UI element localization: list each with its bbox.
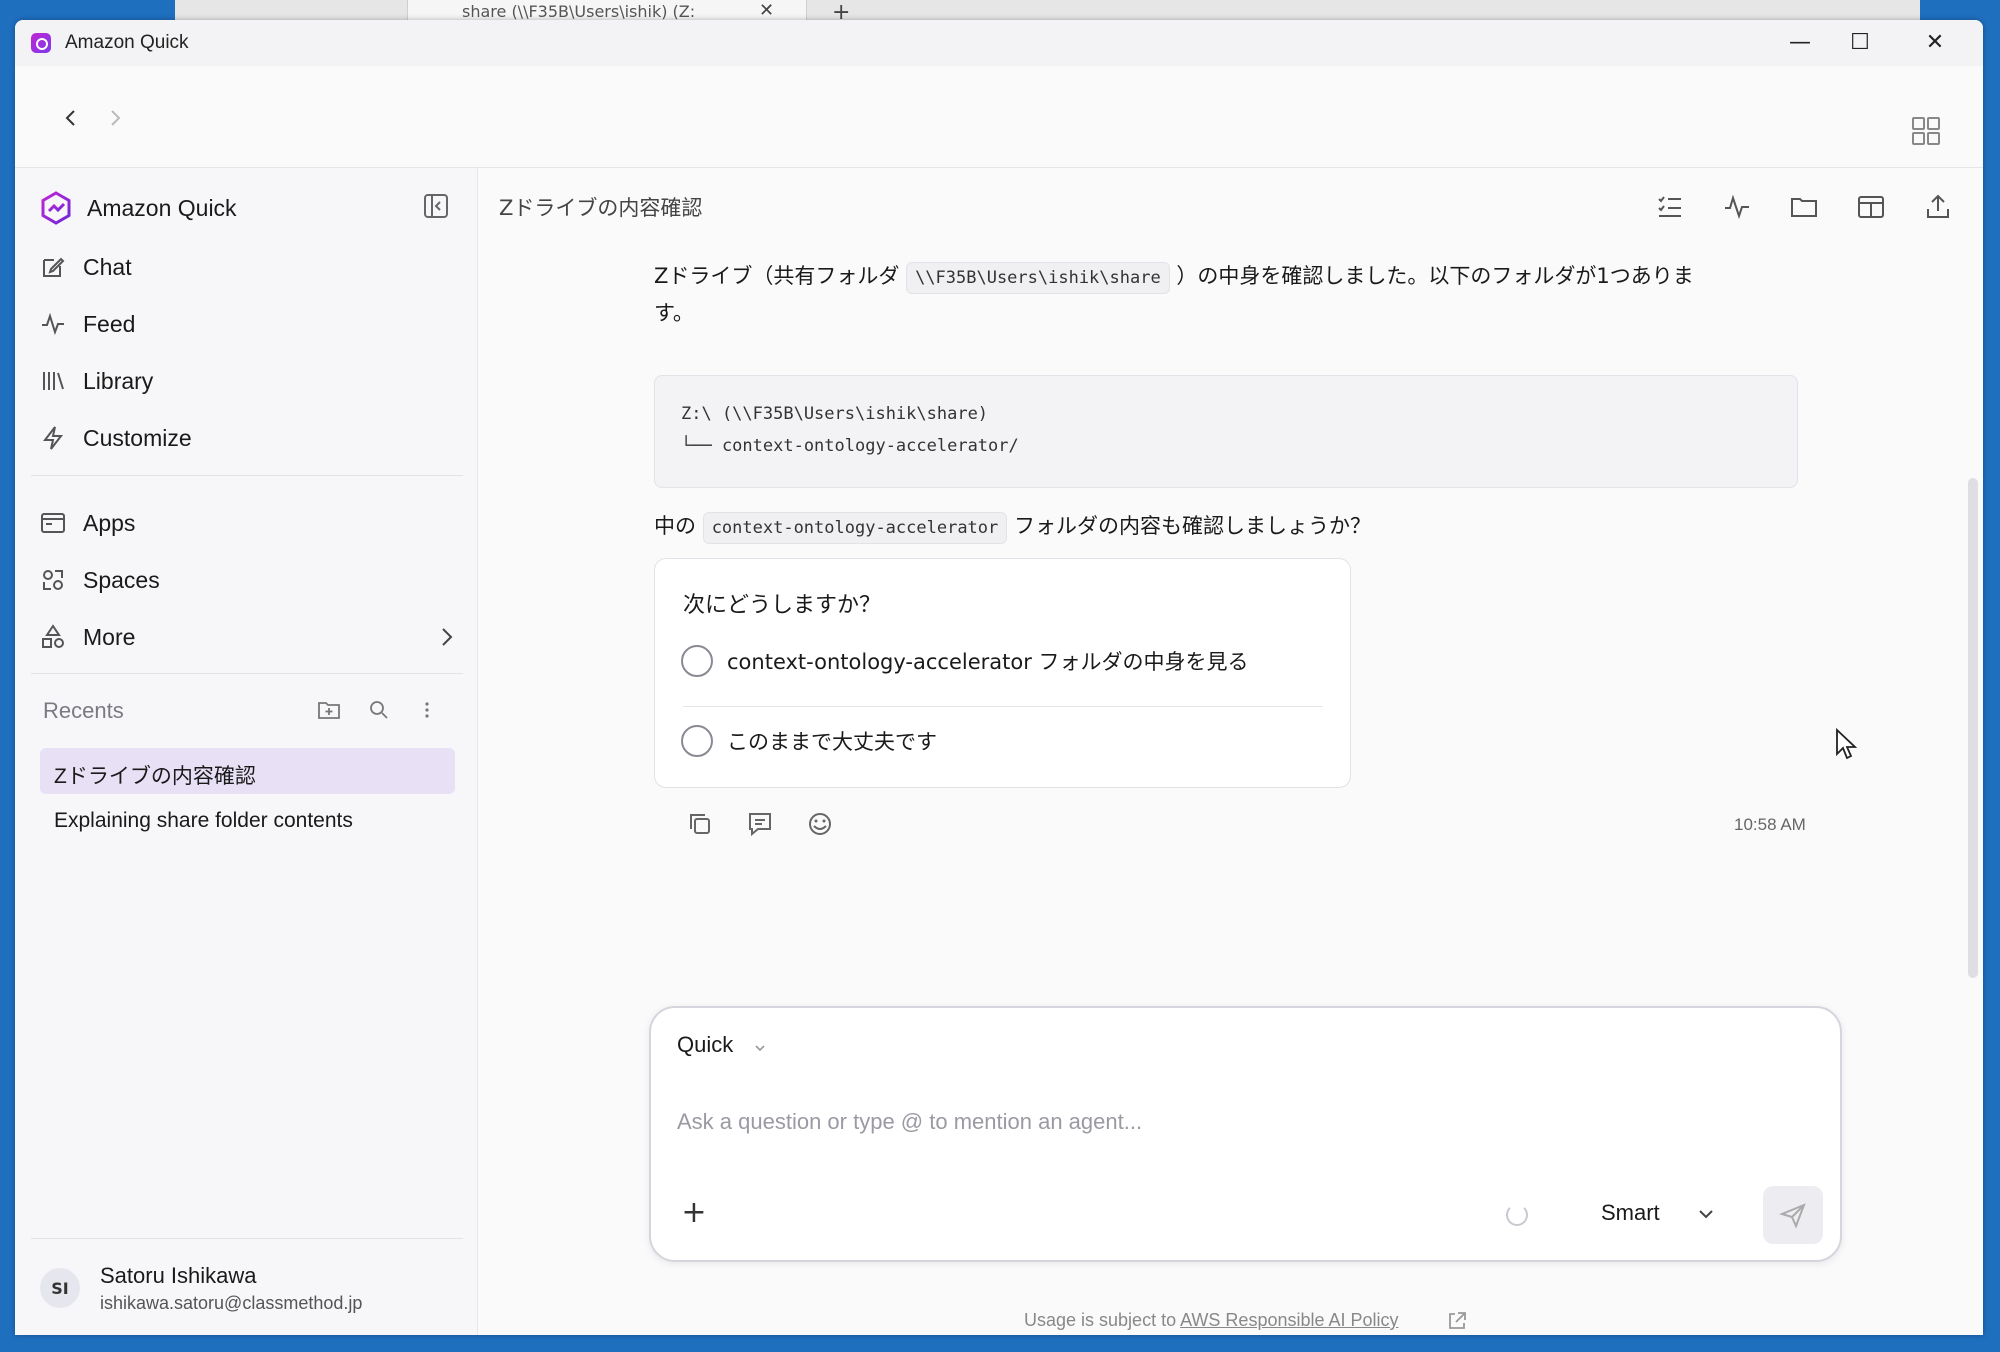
user-email: ishikawa.satoru@classmethod.jp <box>100 1292 363 1313</box>
background-tab-close-icon[interactable]: ✕ <box>759 0 774 21</box>
chevron-down-icon[interactable] <box>1696 1204 1716 1224</box>
activity-icon <box>42 312 64 336</box>
message-text: フォルダの内容も確認しましょうか？ <box>1007 514 1371 538</box>
sidebar-item-label: Library <box>83 367 154 394</box>
sidebar-item-label: More <box>83 623 136 650</box>
recents-heading: Recents <box>43 698 124 723</box>
choice-divider <box>683 706 1323 707</box>
message-text: ）の中身を確認しました。以下のフォルダが1つありま <box>1169 264 1694 288</box>
sidebar-divider <box>31 673 463 674</box>
mouse-cursor-icon <box>1836 728 1858 760</box>
mode-selector[interactable]: Smart <box>1601 1196 1660 1230</box>
inline-code: context-ontology-accelerator <box>702 512 1008 544</box>
chevron-right-icon <box>442 628 453 646</box>
sidebar-item-label: Spaces <box>83 566 160 593</box>
chevron-down-icon[interactable] <box>754 1042 766 1054</box>
scrollbar[interactable] <box>1968 478 1978 978</box>
page-title: Zドライブの内容確認 <box>499 196 703 220</box>
share-upload-icon[interactable] <box>1923 192 1953 222</box>
message-text: す。 <box>654 301 694 325</box>
more-options-icon[interactable] <box>415 698 439 722</box>
code-block: Z:\ (\\F35B\Users\ishik\share) └── conte… <box>654 375 1798 488</box>
message-text: 中の <box>654 514 703 538</box>
choice-title: 次にどうしますか？ <box>683 593 882 618</box>
brand-name: Amazon Quick <box>87 194 237 221</box>
inline-code: \\F35B\Users\ishik\share <box>906 262 1170 294</box>
chat-input[interactable] <box>677 1104 1807 1140</box>
spaces-icon <box>43 570 63 590</box>
user-name: Satoru Ishikawa <box>100 1262 257 1288</box>
sidebar-divider <box>31 1238 463 1239</box>
sidebar: Amazon Quick Chat Feed Library Customize… <box>15 168 478 1335</box>
assistant-message-line: 中の context-ontology-accelerator フォルダの内容も… <box>654 508 1371 545</box>
close-button[interactable]: ✕ <box>1905 26 1965 60</box>
navigation-bar <box>15 66 1983 168</box>
app-logo-icon <box>31 33 51 53</box>
calendar-icon[interactable] <box>1856 192 1886 222</box>
choice-option[interactable]: このままで大丈夫です <box>681 711 1321 771</box>
sidebar-item-label: Customize <box>83 424 192 451</box>
sidebar-item-label: Apps <box>83 509 136 536</box>
shapes-icon <box>42 624 64 648</box>
assistant-message-line: Zドライブ（共有フォルダ \\F35B\Users\ishik\share ）の… <box>654 258 1694 295</box>
send-icon <box>1779 1203 1806 1229</box>
usage-note: Usage is subject to AWS Responsible AI P… <box>1024 1310 1399 1331</box>
amazon-quick-logo-icon <box>41 191 71 225</box>
sidebar-item-spaces[interactable]: Spaces <box>39 558 459 602</box>
sidebar-divider <box>31 475 463 476</box>
sidebar-item-library[interactable]: Library <box>39 359 459 403</box>
sidebar-item-label: Feed <box>83 310 136 337</box>
choice-option[interactable]: context-ontology-accelerator フォルダの中身を見る <box>681 631 1321 691</box>
avatar: SI <box>40 1268 80 1308</box>
feedback-comment-icon[interactable] <box>746 810 774 838</box>
back-arrow-icon[interactable] <box>59 106 83 130</box>
message-text: Zドライブ（共有フォルダ <box>654 264 907 288</box>
external-link-icon[interactable] <box>1446 1310 1468 1332</box>
forward-arrow-icon[interactable] <box>103 106 127 130</box>
search-icon[interactable] <box>367 698 391 722</box>
chat-main: Zドライブの内容確認 Zドライブ（共有フォルダ \\F35B\Users\ish… <box>479 168 1983 1335</box>
minimize-button[interactable]: — <box>1770 26 1830 60</box>
background-tab[interactable]: share (\\F35B\Users\ishik) (Z: <box>407 0 807 22</box>
sidebar-item-apps[interactable]: Apps <box>39 501 459 545</box>
apps-window-icon <box>41 513 65 533</box>
emoji-reaction-icon[interactable] <box>806 810 834 838</box>
loading-spinner-icon <box>1506 1204 1528 1226</box>
checklist-icon[interactable] <box>1655 192 1685 222</box>
sidebar-item-label: Chat <box>83 253 132 280</box>
window-title: Amazon Quick <box>65 32 189 53</box>
titlebar: Amazon Quick — ☐ ✕ <box>15 20 1983 66</box>
choice-label: このままで大丈夫です <box>727 730 937 754</box>
recent-item[interactable]: Explaining share folder contents <box>40 797 455 843</box>
sidebar-item-more[interactable]: More <box>39 615 459 659</box>
sidebar-item-feed[interactable]: Feed <box>39 302 459 346</box>
grid-layout-icon[interactable] <box>1911 116 1941 146</box>
usage-note-prefix: Usage is subject to <box>1024 1310 1181 1330</box>
recent-item-active[interactable]: Zドライブの内容確認 <box>40 748 455 794</box>
activity-icon[interactable] <box>1722 192 1752 222</box>
sidebar-item-chat[interactable]: Chat <box>39 245 459 289</box>
library-icon <box>43 372 64 390</box>
agent-selector[interactable]: Quick <box>677 1032 733 1058</box>
sidebar-item-customize[interactable]: Customize <box>39 416 459 460</box>
copy-icon[interactable] <box>686 810 714 838</box>
message-timestamp: 10:58 AM <box>1734 815 1806 834</box>
folder-icon[interactable] <box>1789 192 1819 222</box>
user-profile[interactable]: SI Satoru Ishikawa ishikawa.satoru@class… <box>40 1258 362 1318</box>
collapse-sidebar-icon[interactable] <box>423 193 449 219</box>
choice-card: 次にどうしますか？ context-ontology-accelerator フ… <box>654 558 1351 788</box>
brand[interactable]: Amazon Quick <box>39 188 237 228</box>
radio-button[interactable] <box>681 725 713 757</box>
radio-button[interactable] <box>681 645 713 677</box>
lightning-icon <box>42 426 64 450</box>
chat-composer: Quick + Smart <box>649 1006 1842 1262</box>
maximize-button[interactable]: ☐ <box>1830 26 1890 60</box>
new-folder-icon[interactable] <box>317 698 341 722</box>
add-attachment-button[interactable]: + <box>677 1196 711 1230</box>
responsible-ai-policy-link[interactable]: AWS Responsible AI Policy <box>1180 1310 1398 1330</box>
choice-label: context-ontology-accelerator フォルダの中身を見る <box>727 650 1249 674</box>
app-window: Amazon Quick — ☐ ✕ Amazon Quick Chat Fee… <box>15 20 1983 1335</box>
edit-icon <box>43 257 65 277</box>
send-button[interactable] <box>1763 1186 1823 1244</box>
